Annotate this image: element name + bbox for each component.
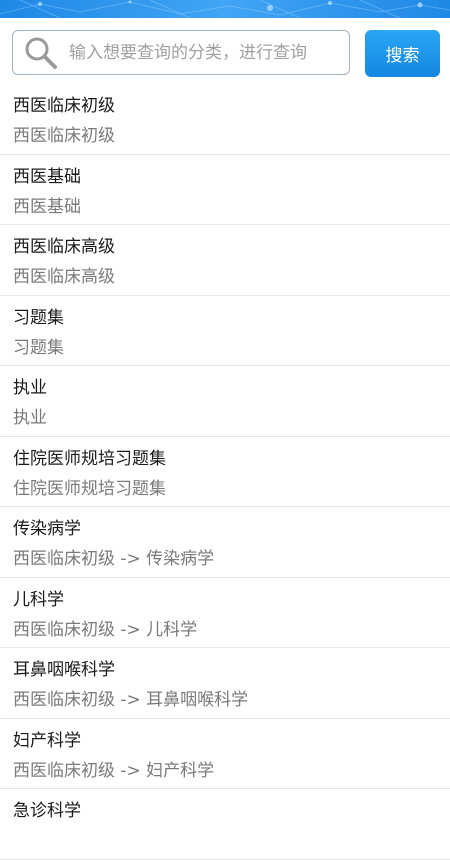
item-path: 西医临床初级 -> 妇产科学 (13, 760, 215, 781)
item-path: 西医基础 (13, 196, 81, 217)
search-bar: 搜索 (0, 18, 450, 88)
list-item[interactable]: 西医临床初级 西医临床初级 (0, 84, 450, 155)
item-title: 住院医师规培习题集 (13, 448, 166, 469)
list-item[interactable]: 西医临床高级 西医临床高级 (0, 225, 450, 296)
list-item[interactable]: 妇产科学 西医临床初级 -> 妇产科学 (0, 719, 450, 789)
item-path: 习题集 (13, 337, 64, 358)
item-title: 执业 (13, 378, 47, 398)
item-path: 西医临床初级 -> 耳鼻咽喉科学 (13, 690, 249, 710)
item-title: 西医临床初级 (13, 96, 115, 116)
list-item[interactable]: 儿科学 西医临床初级 -> 儿科学 (0, 578, 450, 648)
list-item[interactable]: 习题集 习题集 (0, 296, 450, 366)
item-path: 西医临床初级 -> 儿科学 (13, 619, 198, 640)
search-icon (25, 37, 57, 69)
item-path: 执业 (13, 408, 47, 428)
item-title: 妇产科学 (13, 730, 81, 751)
list-item[interactable]: 住院医师规培习题集 住院医师规培习题集 (0, 437, 450, 507)
header-banner (0, 0, 450, 18)
item-title: 习题集 (13, 307, 64, 328)
banner-pattern (0, 0, 450, 18)
search-button[interactable]: 搜索 (365, 30, 440, 77)
item-title: 儿科学 (13, 589, 64, 610)
list-item[interactable]: 西医基础 西医基础 (0, 155, 450, 225)
item-path: 西医临床初级 (13, 126, 115, 146)
item-title: 西医临床高级 (13, 237, 115, 257)
item-path: 西医临床高级 (13, 267, 115, 287)
list-item[interactable]: 执业 执业 (0, 366, 450, 437)
list-item[interactable]: 耳鼻咽喉科学 西医临床初级 -> 耳鼻咽喉科学 (0, 648, 450, 719)
item-title: 西医基础 (13, 166, 81, 187)
item-title: 耳鼻咽喉科学 (13, 660, 115, 680)
item-title: 传染病学 (13, 519, 81, 539)
list-item[interactable]: 传染病学 西医临床初级 -> 传染病学 (0, 507, 450, 578)
category-result-list: 西医临床初级 西医临床初级 西医基础 西医基础 西医临床高级 西医临床高级 习题… (0, 84, 450, 860)
item-path: 西医临床初级 -> 传染病学 (13, 549, 215, 569)
item-path: 住院医师规培习题集 (13, 478, 166, 499)
search-input[interactable] (69, 31, 349, 74)
search-box[interactable] (12, 30, 350, 75)
